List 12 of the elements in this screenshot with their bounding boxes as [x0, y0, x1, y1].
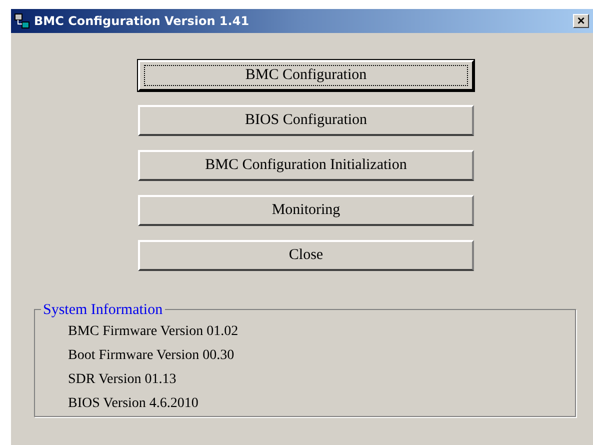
info-text: BMC Firmware Version 01.02	[68, 323, 240, 341]
info-text: SDR Version 01.13	[68, 371, 178, 389]
app-icon	[14, 13, 30, 29]
info-text: BIOS Version 4.6.2010	[68, 395, 200, 413]
dialog-button[interactable]: BMC Configuration	[138, 60, 474, 91]
dialog-button[interactable]: BIOS Configuration	[138, 105, 474, 136]
info-text: Boot Firmware Version 00.30	[68, 347, 236, 365]
dialog-button[interactable]: Monitoring	[138, 195, 474, 226]
dialog-button[interactable]: BMC Configuration Initialization	[138, 150, 474, 181]
window-title: BMC Configuration Version 1.41	[34, 13, 250, 30]
close-button[interactable]: ×	[573, 14, 589, 28]
dialog-button[interactable]: Close	[138, 240, 474, 271]
